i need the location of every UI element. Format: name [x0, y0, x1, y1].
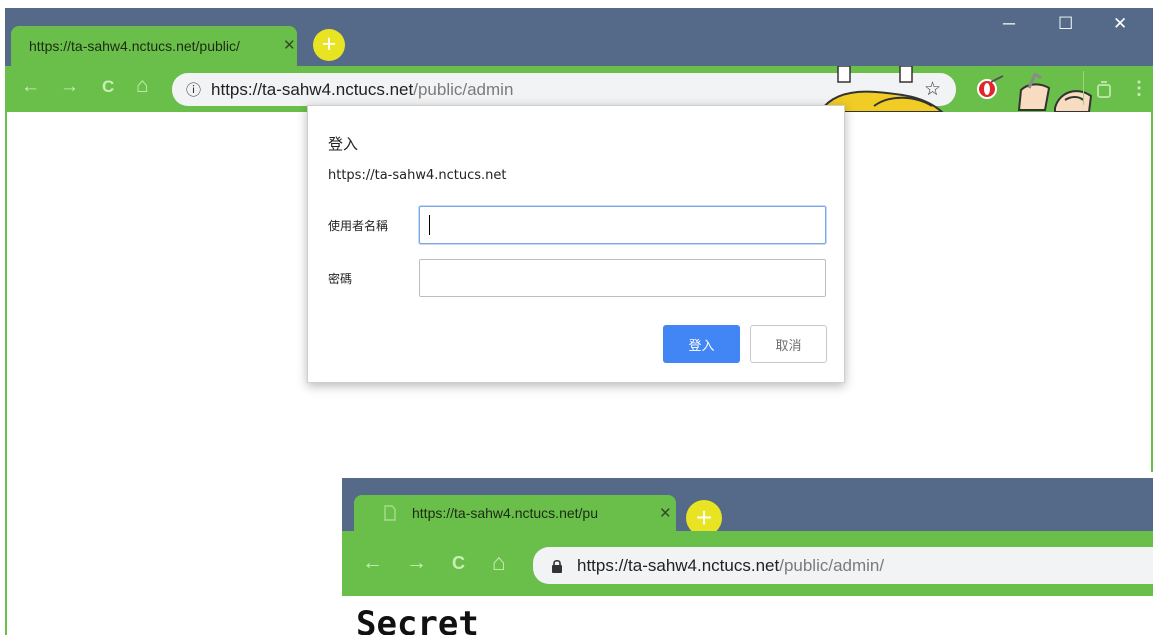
username-input[interactable] [419, 206, 826, 244]
page-file-icon [384, 505, 396, 521]
title-bar: https://ta-sahw4.nctucs.net/pu ✕ + [342, 478, 1153, 536]
forward-arrow-icon[interactable]: → [60, 76, 79, 98]
close-window-button[interactable]: ✕ [1113, 14, 1127, 34]
reload-icon[interactable]: C [102, 77, 114, 97]
text-caret [429, 215, 430, 235]
username-label: 使用者名稱 [328, 219, 389, 233]
menu-kebab-icon[interactable]: ⋮ [1130, 78, 1148, 99]
url-path: /public/admin [413, 79, 514, 99]
hand-illustration-icon [1054, 90, 1093, 112]
password-label: 密碼 [328, 272, 353, 286]
new-tab-button[interactable]: + [313, 29, 345, 61]
title-bar: https://ta-sahw4.nctucs.net/public/ ✕ + … [5, 8, 1153, 66]
opera-icon[interactable] [973, 72, 1007, 106]
login-button[interactable]: 登入 [663, 325, 740, 363]
info-icon[interactable]: ⓘ [186, 79, 201, 100]
tab-active[interactable]: https://ta-sahw4.nctucs.net/pu ✕ [354, 495, 676, 531]
maximize-button[interactable]: ☐ [1058, 14, 1073, 34]
page-heading: Secret [356, 604, 479, 635]
toolbar-divider [1083, 71, 1084, 105]
tab-title: https://ta-sahw4.nctucs.net/pu [412, 505, 598, 521]
tab-title: https://ta-sahw4.nctucs.net/public/ [29, 38, 240, 54]
extension-icon[interactable] [1097, 81, 1111, 99]
url-host: https://ta-sahw4.nctucs.net [211, 79, 414, 99]
tab-close-icon[interactable]: ✕ [659, 504, 672, 522]
url-host: https://ta-sahw4.nctucs.net [577, 555, 780, 575]
lock-icon [552, 559, 562, 573]
address-bar[interactable]: https://ta-sahw4.nctucs.net/public/admin… [533, 547, 1153, 584]
tab-close-icon[interactable]: ✕ [283, 36, 296, 54]
home-icon[interactable]: ⌂ [492, 549, 506, 576]
window-border-left [5, 112, 7, 635]
home-icon[interactable]: ⌂ [136, 74, 149, 98]
reload-icon[interactable]: C [452, 553, 465, 574]
tab-active[interactable]: https://ta-sahw4.nctucs.net/public/ ✕ [11, 26, 297, 66]
dialog-title: 登入 [328, 135, 359, 153]
cancel-button[interactable]: 取消 [750, 325, 827, 363]
back-arrow-icon[interactable]: ← [362, 551, 383, 575]
login-dialog: 登入 https://ta-sahw4.nctucs.net 使用者名稱 密碼 … [307, 105, 845, 383]
minimize-button[interactable]: ─ [1003, 14, 1015, 34]
forward-arrow-icon[interactable]: → [406, 551, 427, 575]
back-arrow-icon[interactable]: ← [21, 76, 40, 98]
toolbar: ← → C ⌂ https://ta-sahw4.nctucs.net/publ… [342, 531, 1153, 596]
password-input[interactable] [419, 259, 826, 297]
cartoon-extension-icon[interactable] [1015, 70, 1055, 112]
browser-window-front: https://ta-sahw4.nctucs.net/pu ✕ + ← → C… [342, 478, 1153, 635]
dialog-origin: https://ta-sahw4.nctucs.net [328, 168, 507, 183]
url-path: /public/admin/ [779, 555, 885, 575]
